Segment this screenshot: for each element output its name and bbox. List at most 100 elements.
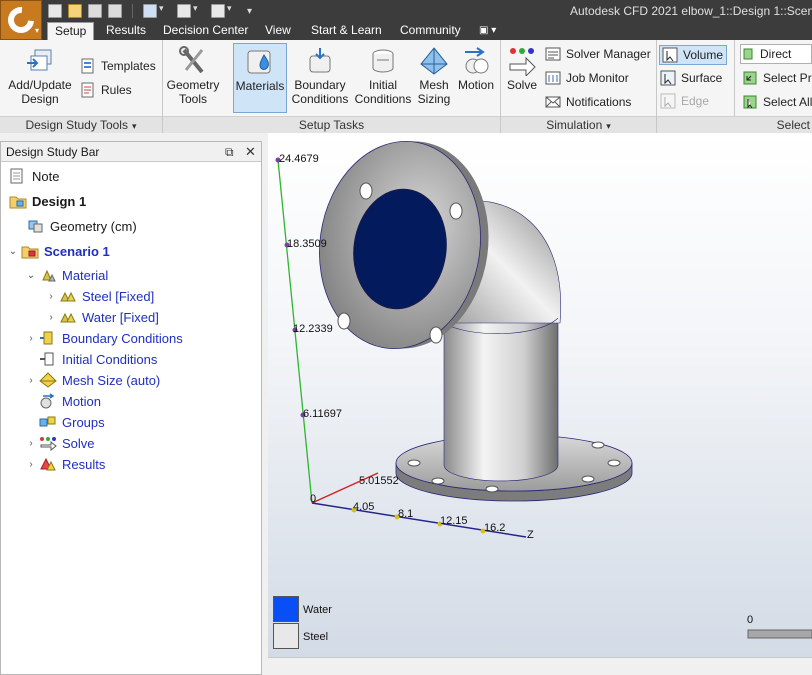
quick-access-toolbar: ▾ <box>48 2 252 20</box>
tree-item-motion[interactable]: Motion <box>37 391 101 411</box>
templates-button[interactable]: Templates <box>80 56 156 76</box>
y-axis-tick-label: 12.2339 <box>293 323 333 335</box>
tab-community[interactable]: Community <box>393 22 468 40</box>
add-design-icon <box>25 46 55 76</box>
tree-item-scenario[interactable]: ⌄ Scenario 1 <box>7 241 110 261</box>
material-steel-icon <box>59 288 77 304</box>
new-file-icon[interactable] <box>48 4 62 18</box>
save-icon[interactable] <box>88 4 102 18</box>
tree-item-material[interactable]: ⌄ Material <box>25 265 108 285</box>
solve-button[interactable]: Solve <box>503 43 541 113</box>
legend-swatch-steel <box>273 623 299 649</box>
job-monitor-button[interactable]: Job Monitor <box>545 68 629 88</box>
design-study-bar-header: Design Study Bar ⧉ ✕ <box>1 142 261 162</box>
display-mode-icon[interactable] <box>211 3 232 18</box>
select-edge-button[interactable]: Edge <box>660 91 709 111</box>
tree-item-note[interactable]: Note <box>7 166 59 186</box>
tree-item-geometry[interactable]: Geometry (cm) <box>25 216 137 236</box>
surface-cursor-icon <box>660 70 676 86</box>
tab-start-learn[interactable]: Start & Learn <box>304 22 389 40</box>
rules-button[interactable]: Rules <box>80 80 132 100</box>
tree-item-solve[interactable]: › Solve <box>25 433 95 453</box>
chevron-right-icon[interactable]: › <box>45 291 57 302</box>
selection-mode-dropdown[interactable]: Direct <box>740 44 812 64</box>
materials-drop-icon <box>245 47 275 77</box>
tab-setup[interactable]: Setup <box>47 22 95 40</box>
tree-item-steel[interactable]: › Steel [Fixed] <box>45 286 154 306</box>
results-icon <box>39 456 57 472</box>
customize-toolbar-icon[interactable]: ▾ <box>247 6 252 17</box>
add-update-design-button[interactable]: Add/Update Design <box>4 43 76 113</box>
solver-manager-button[interactable]: Solver Manager <box>545 44 651 64</box>
group-label-simulation[interactable]: Simulation ▾ <box>501 116 656 133</box>
chevron-right-icon[interactable]: › <box>25 375 37 386</box>
chevron-right-icon[interactable]: › <box>25 438 37 449</box>
toolbar-separator <box>132 4 133 18</box>
ribbon-tab-bar: Setup Results Decision Center View Start… <box>0 22 812 40</box>
tree-item-results[interactable]: › Results <box>25 454 105 474</box>
select-surface-button[interactable]: Surface <box>660 68 722 88</box>
tree-item-groups[interactable]: Groups <box>37 412 105 432</box>
initial-conditions-icon <box>368 46 398 76</box>
design-study-bar-title: Design Study Bar <box>6 144 100 159</box>
z-axis-tick-label: 16.2 <box>484 522 506 534</box>
tree-item-boundary-conditions[interactable]: › Boundary Conditions <box>25 328 182 348</box>
select-all-button[interactable]: Select All <box>742 92 812 112</box>
chevron-right-icon[interactable]: › <box>25 333 37 344</box>
graphics-viewport[interactable]: 24.4679 18.3509 12.2339 6.11697 0 5.0155… <box>268 133 812 657</box>
mesh-pyramid-icon <box>419 46 449 76</box>
notifications-button[interactable]: Notifications <box>545 92 631 112</box>
legend-swatch-water <box>273 596 299 622</box>
initial-conditions-icon <box>39 351 57 367</box>
tab-decision-center[interactable]: Decision Center <box>156 22 255 40</box>
chevron-right-icon[interactable]: › <box>45 312 57 323</box>
select-mode-icon[interactable] <box>143 3 164 18</box>
geometry-tools-button[interactable]: Geometry Tools <box>164 43 222 113</box>
float-panel-icon[interactable]: ⧉ <box>225 145 234 160</box>
chevron-down-icon[interactable]: ⌄ <box>25 270 37 281</box>
group-label-setup-tasks: Setup Tasks <box>163 116 500 133</box>
tree-item-design[interactable]: Design 1 <box>7 191 86 211</box>
chevron-down-icon[interactable]: ⌄ <box>7 246 19 257</box>
material-icon <box>39 267 57 283</box>
title-bar: ▾ ▾ Autodesk CFD 2021 elbow_1::Design 1:… <box>0 0 812 40</box>
y-axis-tick-label: 24.4679 <box>279 153 319 165</box>
chevron-right-icon[interactable]: › <box>25 459 37 470</box>
tree-item-initial-conditions[interactable]: Initial Conditions <box>37 349 157 369</box>
design-study-bar: Design Study Bar ⧉ ✕ Note Design 1 Geome… <box>0 141 262 675</box>
mesh-icon <box>39 372 57 388</box>
mesh-sizing-button[interactable]: Mesh Sizing <box>415 43 453 113</box>
model-view[interactable] <box>268 133 812 657</box>
scale-bar <box>747 629 812 639</box>
legend-label-water: Water <box>303 604 332 616</box>
motion-button[interactable]: Motion <box>455 43 497 113</box>
chevron-down-icon: ▾ <box>606 121 611 131</box>
close-icon[interactable]: ✕ <box>245 144 256 160</box>
tree-item-water[interactable]: › Water [Fixed] <box>45 307 159 327</box>
tree-item-mesh-size[interactable]: › Mesh Size (auto) <box>25 370 160 390</box>
application-menu-button[interactable]: ▾ <box>0 0 42 40</box>
templates-icon <box>80 58 96 74</box>
boundary-conditions-button[interactable]: Boundary Conditions <box>289 43 351 113</box>
initial-conditions-button[interactable]: Initial Conditions <box>352 43 414 113</box>
ribbon: Add/Update Design Templates Rules Design… <box>0 40 812 133</box>
select-all-icon <box>742 94 758 110</box>
save-as-icon[interactable] <box>108 4 122 18</box>
select-volume-button[interactable]: Volume <box>659 45 727 65</box>
open-folder-icon[interactable] <box>68 4 82 18</box>
view-cube-icon[interactable] <box>177 3 198 18</box>
tab-view[interactable]: View <box>258 22 298 40</box>
select-previous-icon <box>742 70 758 86</box>
solve-icon <box>507 46 537 78</box>
group-label-design-study-tools[interactable]: Design Study Tools ▾ <box>0 116 162 133</box>
select-previous-button[interactable]: Select Pre <box>742 68 812 88</box>
z-axis-tick-label: 4.05 <box>353 501 375 513</box>
chevron-down-icon: ▾ <box>131 121 137 131</box>
boundary-conditions-icon <box>39 330 57 346</box>
legend-label-steel: Steel <box>303 631 329 643</box>
tab-results[interactable]: Results <box>99 22 153 40</box>
scale-bar-zero-label: 0 <box>747 614 754 626</box>
help-dropdown-icon[interactable]: ▣ ▾ <box>472 22 503 40</box>
materials-button[interactable]: Materials <box>233 43 287 113</box>
scenario-folder-icon <box>21 243 39 259</box>
